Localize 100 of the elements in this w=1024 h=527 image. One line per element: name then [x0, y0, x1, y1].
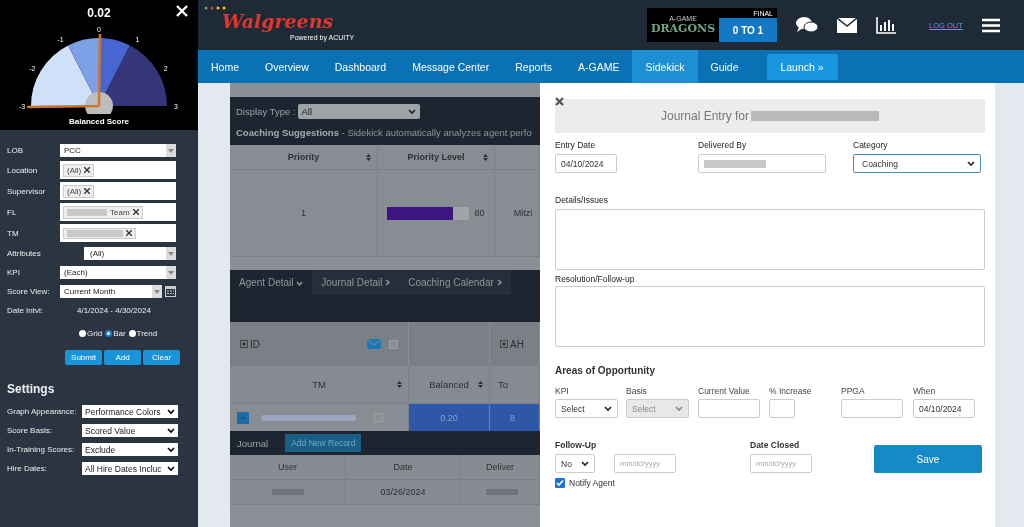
filter-field[interactable]: (All): [60, 161, 176, 179]
field-label: Basis: [626, 386, 648, 396]
field-label: Delivered By: [698, 140, 748, 150]
filter-field[interactable]: [60, 224, 176, 242]
caret-icon: [168, 148, 174, 153]
input-field[interactable]: 04/10/2024: [913, 399, 975, 418]
view-radio[interactable]: Grid: [79, 329, 103, 338]
column-header[interactable]: TM: [230, 366, 409, 404]
nav-tab[interactable]: Overview: [252, 50, 322, 83]
settings-heading: Settings: [7, 382, 56, 396]
remove-icon[interactable]: [132, 209, 139, 215]
display-type-label: Display Type :: [236, 106, 296, 117]
field-label: Follow-Up: [555, 440, 598, 450]
remove-icon[interactable]: [84, 188, 91, 194]
category-dropdown[interactable]: Coaching: [853, 154, 981, 173]
follow-up-dropdown[interactable]: No: [555, 454, 595, 473]
chat-icon[interactable]: [796, 16, 818, 34]
setting-dropdown[interactable]: Performance Colors: [82, 405, 178, 418]
remove-icon[interactable]: [126, 230, 132, 236]
notify-agent-checkbox[interactable]: [555, 478, 565, 488]
checkbox-label: Notify Agent: [569, 478, 615, 488]
chip-label: (All): [67, 186, 82, 196]
input-field[interactable]: [769, 399, 795, 418]
redacted-text: [486, 489, 518, 495]
nav-tab[interactable]: Reports: [502, 50, 565, 83]
view-radio[interactable]: Trend: [128, 329, 158, 338]
score-cell: 0.20: [409, 404, 490, 431]
chevron-down-icon: [296, 281, 304, 286]
filter-dropdown[interactable]: Current Month: [60, 284, 162, 298]
filter-field[interactable]: Team: [60, 203, 176, 221]
nav-tab[interactable]: Guide: [697, 50, 752, 83]
caret-icon: [167, 427, 175, 434]
caret-icon: [407, 108, 416, 115]
sort-icon[interactable]: [483, 153, 488, 161]
field-label: Details/Issues: [555, 195, 609, 205]
close-icon[interactable]: [555, 97, 564, 106]
filter-dropdown[interactable]: (All): [84, 246, 176, 260]
coaching-suggestions-text: Coaching Suggestions - Sidekick automatically analyzes agent perfo: [230, 123, 540, 145]
setting-dropdown[interactable]: Exclude: [82, 443, 178, 456]
chevron-right-icon: [496, 279, 502, 286]
setting-label: In-Training Scores:: [7, 445, 76, 454]
mail-icon[interactable]: [837, 17, 857, 33]
priority-value: 80: [474, 208, 485, 218]
redacted-text: [704, 159, 766, 168]
journal-heading: Journal: [237, 437, 269, 449]
input-field[interactable]: [698, 399, 760, 418]
caret-icon: [581, 460, 589, 467]
nav-tab[interactable]: A-GAME: [564, 50, 633, 83]
setting-label: Graph Appearance:: [7, 407, 78, 416]
score-cell: 8: [490, 404, 540, 431]
remove-icon[interactable]: [84, 167, 91, 173]
field-label: When: [913, 386, 937, 396]
nav-tab[interactable]: Home: [198, 50, 252, 83]
detail-tab[interactable]: Journal Detail: [312, 270, 400, 295]
column-group-header: ID: [250, 338, 260, 350]
caret-icon: [168, 270, 174, 275]
launch-button[interactable]: Launch »: [766, 53, 838, 80]
save-button[interactable]: Save: [874, 445, 982, 473]
sort-icon[interactable]: [366, 153, 371, 161]
detail-tab[interactable]: Coaching Calendar: [399, 270, 511, 295]
filter-label: Attributes: [7, 248, 42, 258]
caret-icon: [167, 446, 175, 453]
bar-chart-icon[interactable]: [876, 16, 896, 34]
field-label: Entry Date: [555, 140, 597, 150]
display-type-dropdown[interactable]: All: [297, 104, 420, 119]
game-score: 0 TO 1: [719, 18, 777, 42]
filter-dropdown[interactable]: (Each): [60, 265, 176, 279]
nav-tab[interactable]: Message Center: [399, 50, 503, 83]
expand-icon[interactable]: [500, 340, 508, 348]
action-button[interactable]: Clear: [143, 350, 180, 365]
expand-icon[interactable]: [240, 340, 248, 348]
filter-label: FL: [7, 207, 18, 217]
nav-tab[interactable]: Dashboard: [321, 50, 400, 83]
column-header[interactable]: To: [490, 366, 540, 404]
field-label: % Increase: [769, 386, 813, 396]
action-button[interactable]: Add: [104, 350, 141, 365]
input-field[interactable]: [698, 154, 826, 173]
sort-icon[interactable]: [397, 381, 402, 388]
menu-icon[interactable]: [981, 17, 1000, 33]
column-header[interactable]: Priority Level: [378, 145, 495, 170]
date-field[interactable]: 04/10/2024: [555, 154, 617, 173]
add-record-button[interactable]: Add New Record: [285, 434, 362, 452]
sort-icon[interactable]: [478, 381, 483, 388]
column-header[interactable]: Priority: [230, 145, 378, 170]
view-radio[interactable]: Bar: [105, 329, 126, 338]
column-header[interactable]: Balanced: [409, 366, 490, 404]
filter-dropdown[interactable]: PCC: [60, 143, 176, 157]
logo-wordmark[interactable]: Walgreens: [222, 10, 334, 32]
checkmark-icon: [556, 479, 564, 487]
gauge-value: 0.02: [87, 6, 111, 20]
checkbox[interactable]: [389, 339, 398, 349]
setting-dropdown[interactable]: All Hire Dates Incluc: [82, 462, 178, 475]
action-button[interactable]: Submit: [65, 350, 102, 365]
input-field[interactable]: [841, 399, 903, 418]
kpi-dropdown[interactable]: Select: [555, 399, 618, 418]
filter-field[interactable]: (All): [60, 182, 176, 200]
setting-dropdown[interactable]: Scored Value: [82, 424, 178, 437]
field-label: Date Closed: [750, 440, 801, 450]
nav-tab[interactable]: Sidekick: [632, 50, 698, 83]
calendar-icon[interactable]: [165, 285, 176, 297]
